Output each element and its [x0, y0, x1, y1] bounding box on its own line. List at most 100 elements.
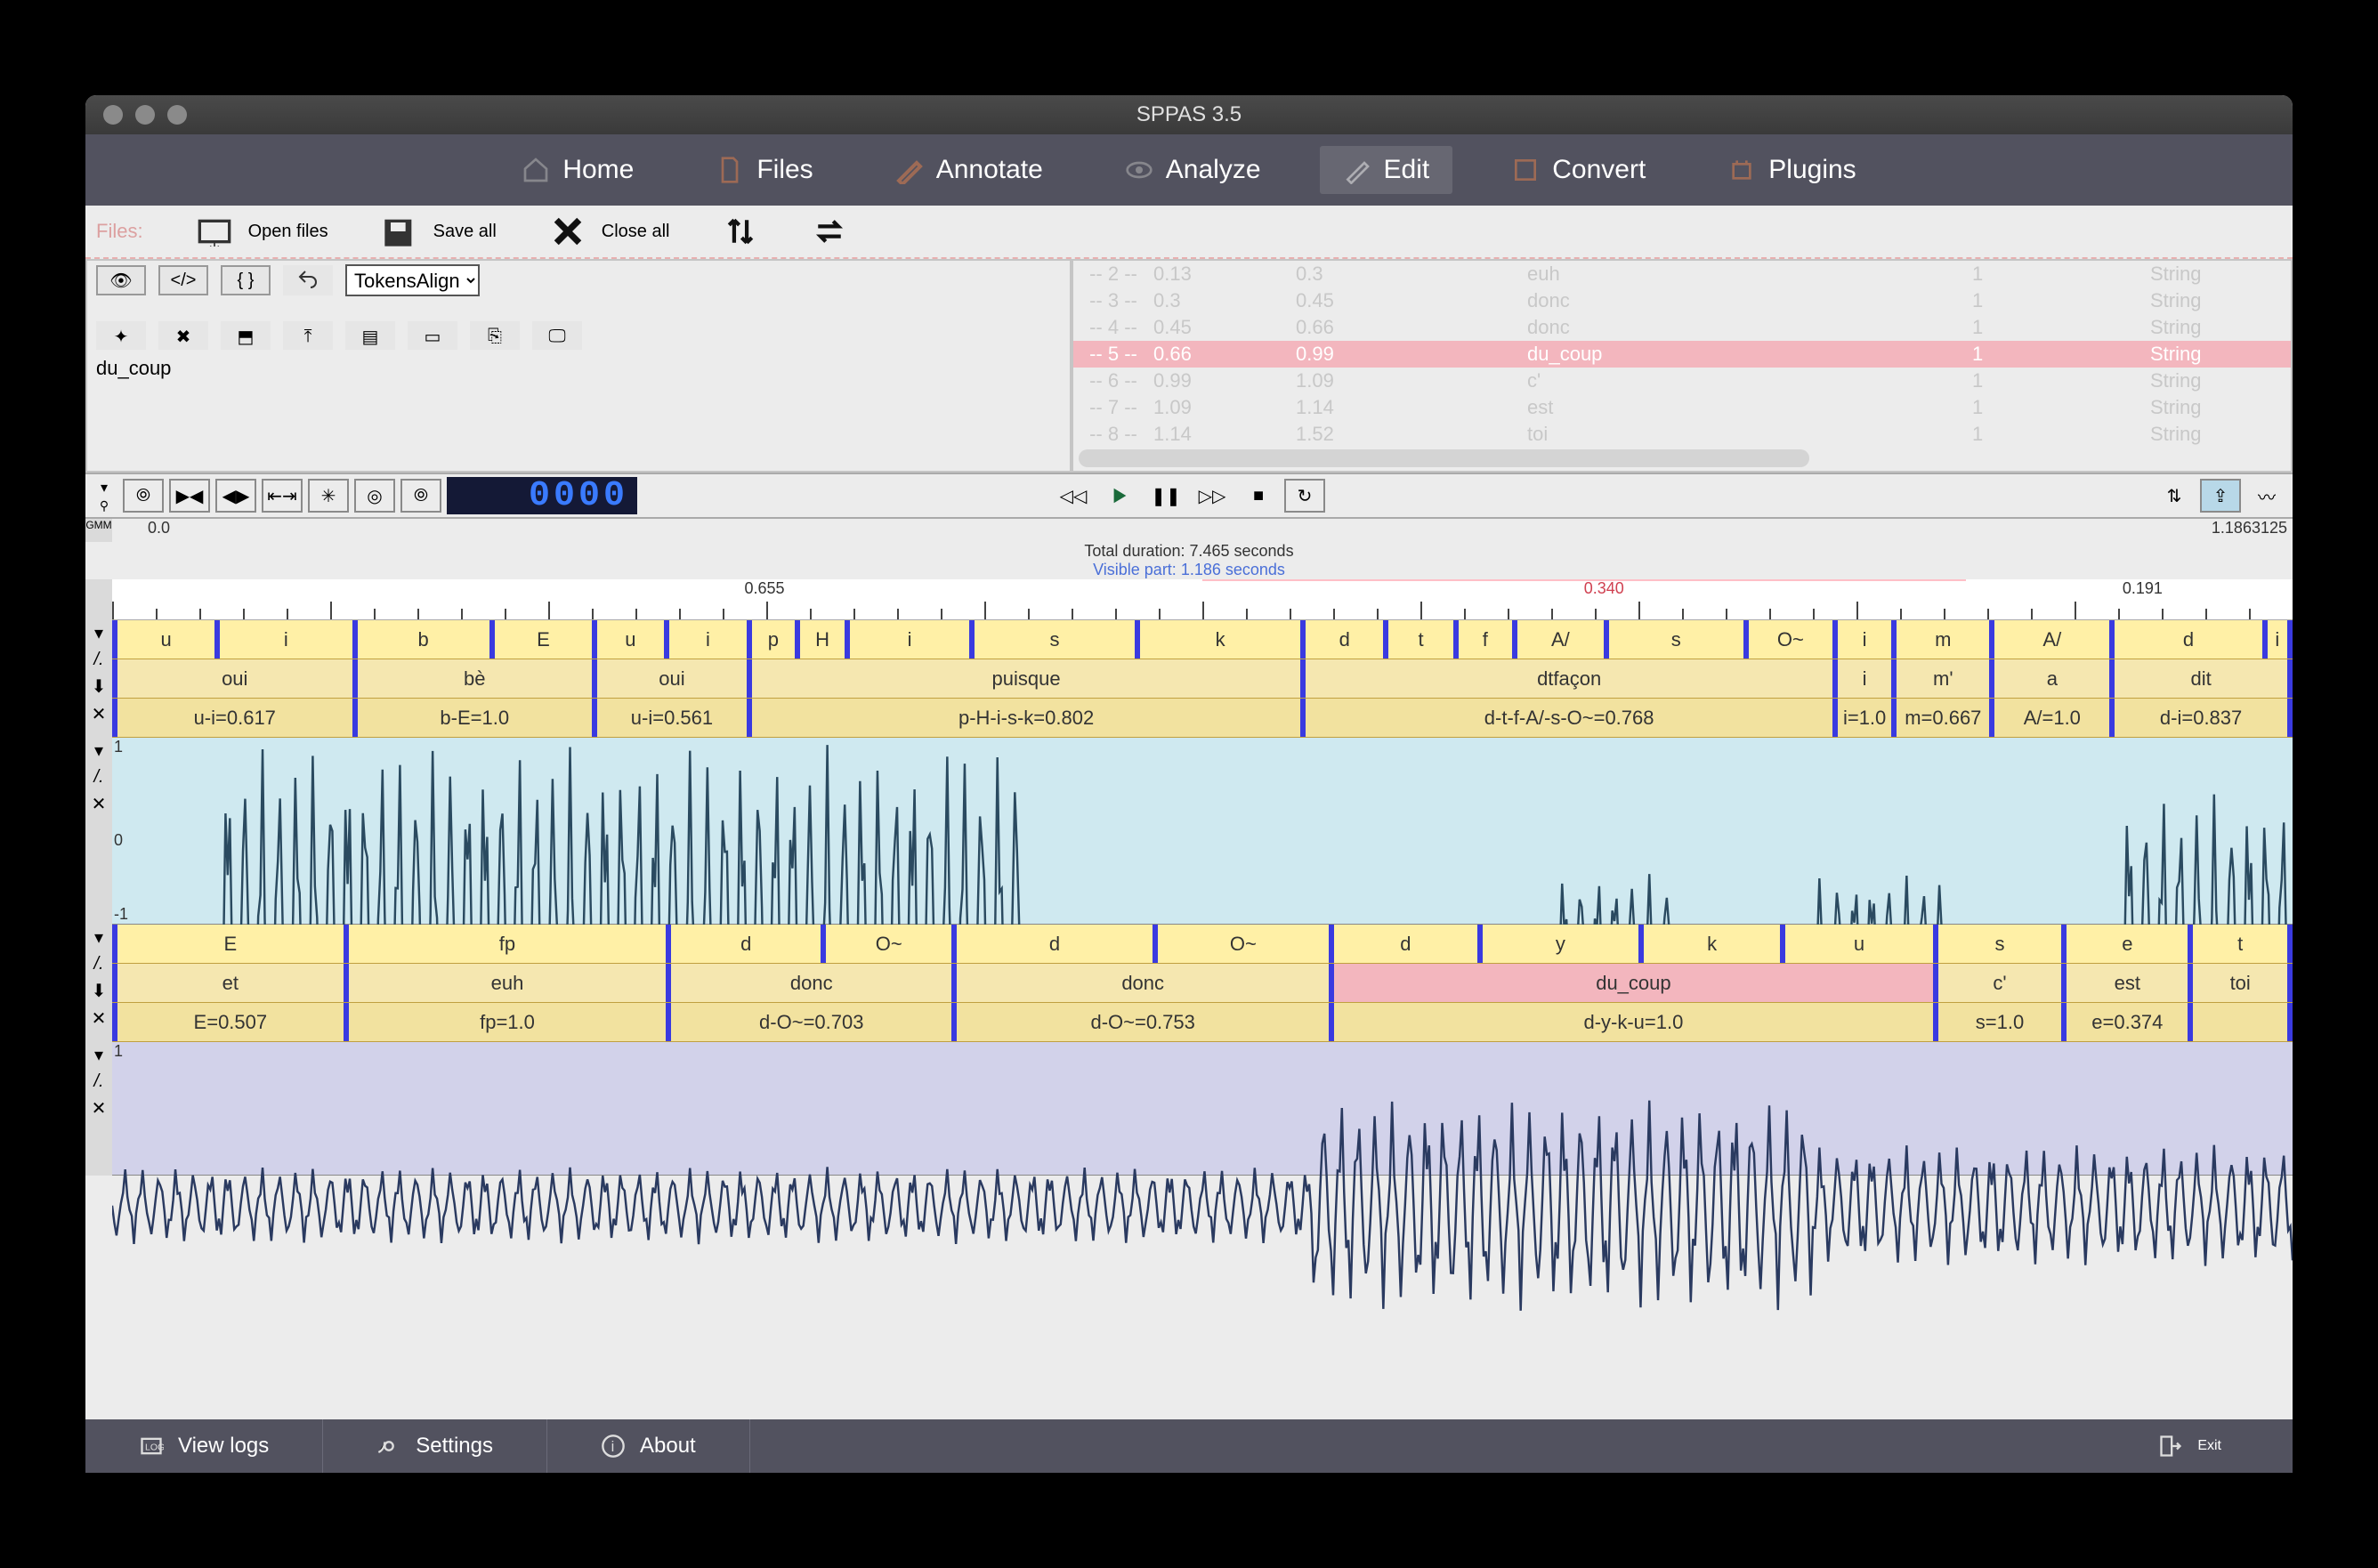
segment[interactable]: b: [352, 620, 489, 659]
export-button[interactable]: ⇪: [2200, 479, 2241, 513]
tier2-collapse-icon[interactable]: ▾: [94, 926, 103, 949]
table-row[interactable]: -- 3 --0.30.45donc1String: [1073, 287, 2291, 314]
wave-close-icon[interactable]: ✕: [92, 793, 107, 815]
segment[interactable]: u: [1780, 925, 1933, 963]
settings-button[interactable]: Settings: [323, 1419, 547, 1473]
segment[interactable]: e=0.374: [2061, 1003, 2188, 1041]
wave-collapse-icon[interactable]: ▾: [94, 740, 103, 762]
segment[interactable]: du_coup: [1329, 964, 1933, 1002]
segment[interactable]: i: [1832, 659, 1891, 698]
swap-button[interactable]: [812, 216, 847, 247]
time-ruler[interactable]: 0.340 0.6550.191: [112, 579, 2293, 620]
tool-x[interactable]: ✖: [158, 321, 208, 352]
segment[interactable]: t: [1383, 620, 1452, 659]
segment[interactable]: O~: [1743, 620, 1832, 659]
segment[interactable]: u: [592, 620, 664, 659]
segment[interactable]: A/: [1989, 620, 2109, 659]
zoom-in-h-button[interactable]: ▶◀: [169, 479, 210, 513]
play-button[interactable]: [1099, 479, 1140, 513]
segment[interactable]: d-t-f-A/-s-O~=0.768: [1300, 699, 1832, 737]
segment[interactable]: dit: [2109, 659, 2293, 698]
annotation-text-input[interactable]: du_coup: [87, 350, 1070, 471]
table-row[interactable]: -- 4 --0.450.66donc1String: [1073, 314, 2291, 341]
segment[interactable]: i: [2262, 620, 2293, 659]
segment[interactable]: p-H-i-s-k=0.802: [747, 699, 1300, 737]
segment[interactable]: est: [2061, 964, 2188, 1002]
tool-code[interactable]: </>: [158, 265, 208, 295]
waveform-canvas-1[interactable]: 1 0 -1: [112, 738, 2293, 925]
segment[interactable]: s: [1604, 620, 1743, 659]
wave-edit-icon[interactable]: /.: [93, 767, 103, 788]
table-row[interactable]: -- 7 --1.091.14est1String: [1073, 394, 2291, 421]
segment[interactable]: E=0.507: [112, 1003, 344, 1041]
segment[interactable]: A/: [1512, 620, 1604, 659]
zoom-out-h-button[interactable]: ◀▶: [215, 479, 256, 513]
minimize-window-icon[interactable]: [135, 105, 155, 125]
tool-tag-del[interactable]: ✦: [96, 321, 146, 352]
table-row[interactable]: -- 2 --0.130.3euh1String: [1073, 261, 2291, 287]
overview-ruler[interactable]: 0.0 1.1863125: [112, 519, 2293, 542]
close-all-button[interactable]: Close all: [550, 216, 670, 247]
sync-button[interactable]: ⇅: [2154, 479, 2195, 513]
segment[interactable]: i=1.0: [1832, 699, 1891, 737]
segment[interactable]: d: [1329, 925, 1477, 963]
tier2-annotate-icon[interactable]: /.: [93, 954, 103, 974]
segment[interactable]: fp=1.0: [344, 1003, 667, 1041]
segment[interactable]: t: [2188, 925, 2293, 963]
close-window-icon[interactable]: [103, 105, 123, 125]
waveform-button[interactable]: 〰: [2246, 479, 2287, 513]
segment[interactable]: oui: [112, 659, 352, 698]
fit-selection-button[interactable]: ⇤⇥: [262, 479, 303, 513]
loop-button[interactable]: ↻: [1284, 479, 1325, 513]
segment[interactable]: i: [845, 620, 969, 659]
tier-close-icon[interactable]: ✕: [92, 703, 107, 725]
wave2-collapse-icon[interactable]: ▾: [94, 1044, 103, 1066]
nav-home[interactable]: Home: [498, 146, 657, 194]
fit-all-button[interactable]: ✳: [308, 479, 349, 513]
waveform-canvas-2[interactable]: 1: [112, 1042, 2293, 1176]
tier-select[interactable]: TokensAlign: [345, 264, 480, 296]
tier-tokens-top[interactable]: ouibèouipuisquedtfaçonim'adit: [112, 659, 2293, 699]
tier-phones-bottom[interactable]: EfpdO~dO~dykuset: [112, 925, 2293, 964]
segment[interactable]: d: [1300, 620, 1383, 659]
table-row[interactable]: -- 6 --0.991.09c'1String: [1073, 368, 2291, 394]
segment[interactable]: O~: [821, 925, 951, 963]
segment[interactable]: i: [1832, 620, 1891, 659]
goto-start-button[interactable]: ⦾: [123, 479, 164, 513]
segment[interactable]: y: [1477, 925, 1638, 963]
segment[interactable]: puisque: [747, 659, 1300, 698]
segment[interactable]: bè: [352, 659, 593, 698]
segment[interactable]: O~: [1153, 925, 1329, 963]
tool-add-down[interactable]: ⬒: [221, 321, 271, 352]
tool-rows[interactable]: ▤: [345, 321, 395, 352]
segment[interactable]: fp: [344, 925, 667, 963]
segment[interactable]: c': [1933, 964, 2062, 1002]
segment[interactable]: d-i=0.837: [2109, 699, 2293, 737]
table-scrollbar[interactable]: [1079, 449, 1809, 467]
tier-align-top[interactable]: u-i=0.617b-E=1.0u-i=0.561p-H-i-s-k=0.802…: [112, 699, 2293, 738]
nav-convert[interactable]: Convert: [1488, 146, 1669, 194]
segment[interactable]: H: [795, 620, 845, 659]
segment[interactable]: d-O~=0.703: [666, 1003, 951, 1041]
segment[interactable]: d: [2109, 620, 2262, 659]
segment[interactable]: d: [666, 925, 821, 963]
segment[interactable]: u-i=0.561: [592, 699, 747, 737]
segment[interactable]: d-y-k-u=1.0: [1329, 1003, 1933, 1041]
goto-end-button[interactable]: ⦾: [400, 479, 441, 513]
view-logs-button[interactable]: LOG View logs: [85, 1419, 323, 1473]
segment[interactable]: s: [1933, 925, 2062, 963]
segment[interactable]: i: [214, 620, 352, 659]
sort-button[interactable]: [723, 216, 758, 247]
segment[interactable]: dtfaçon: [1300, 659, 1832, 698]
tool-add[interactable]: ⎘: [470, 321, 520, 352]
segment[interactable]: u: [112, 620, 214, 659]
segment[interactable]: E: [112, 925, 344, 963]
segment[interactable]: s=1.0: [1933, 1003, 2062, 1041]
open-files-button[interactable]: Open files: [197, 216, 328, 247]
segment[interactable]: s: [969, 620, 1135, 659]
tier-collapse-icon[interactable]: ▾: [94, 622, 103, 644]
segment[interactable]: oui: [592, 659, 747, 698]
nav-files[interactable]: Files: [692, 146, 836, 194]
tier2-close-icon[interactable]: ✕: [92, 1007, 107, 1030]
segment[interactable]: b-E=1.0: [352, 699, 593, 737]
